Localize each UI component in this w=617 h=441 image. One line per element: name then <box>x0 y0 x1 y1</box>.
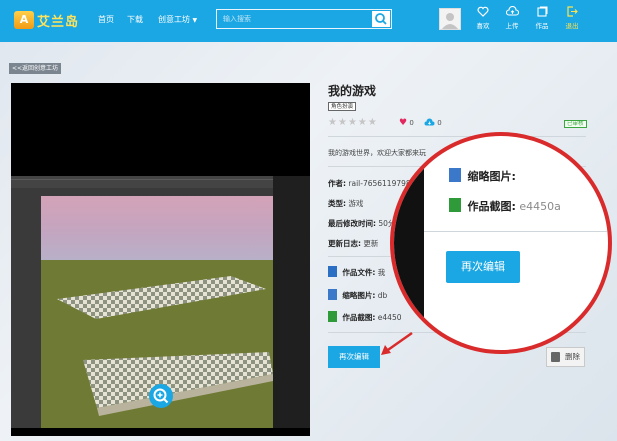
thumbnail-row: 缩略图片: db <box>328 289 387 301</box>
nav-workshop[interactable]: 创意工坊 ▼ <box>158 14 197 25</box>
exit-button[interactable]: 退出 <box>560 6 584 30</box>
modified-row: 最后修改时间: 50分 <box>328 218 395 229</box>
image-file-icon <box>328 289 337 300</box>
changelog-value: 更新 <box>363 239 379 248</box>
logo-text: 艾兰岛 <box>37 14 80 30</box>
download-count: 0 <box>424 118 442 127</box>
magnifier-thumbnail-label: 缩略图片: <box>467 170 516 183</box>
magnifier-screenshot-label: 作品截图: <box>467 200 516 213</box>
star-icon[interactable]: ★ <box>358 117 368 128</box>
image-file-icon <box>449 168 461 182</box>
like-count[interactable]: ♥ 0 <box>399 118 414 128</box>
back-to-workshop-link[interactable]: <<返回创意工坊 <box>9 63 62 74</box>
thumbnail-label: 缩略图片: <box>342 291 376 300</box>
works-button[interactable]: 作品 <box>530 6 554 30</box>
search-input[interactable] <box>217 10 372 28</box>
user-silhouette-icon <box>442 13 458 29</box>
top-bar: A 艾兰岛 首页 下载 创意工坊 ▼ 喜欢 上传 <box>0 0 617 42</box>
cloud-download-icon <box>424 118 435 126</box>
magnifier-screenshot-value: e4450a <box>519 200 561 213</box>
screenshot-row: 作品截图: e4450 <box>328 311 401 323</box>
heart-icon: ♥ <box>399 118 408 128</box>
delete-button[interactable]: 删除 <box>546 347 585 367</box>
logo[interactable]: A 艾兰岛 <box>14 8 79 32</box>
exit-label: 退出 <box>565 22 579 30</box>
download-count-value: 0 <box>437 119 442 127</box>
search-button[interactable] <box>372 11 390 27</box>
changelog-label: 更新日志: <box>328 239 361 248</box>
screenshot-file-icon <box>449 198 461 212</box>
screenshot-file-icon <box>328 311 337 322</box>
work-file-value[interactable]: 我 <box>378 268 386 277</box>
type-value: 游戏 <box>348 199 364 208</box>
type-label: 类型: <box>328 199 346 208</box>
thumbnail-value[interactable]: db <box>378 291 388 300</box>
cloud-upload-icon <box>505 5 519 16</box>
status-badge: 已审核 <box>564 120 587 128</box>
work-file-label: 作品文件: <box>342 268 376 277</box>
like-count-value: 0 <box>409 119 414 127</box>
delete-label: 删除 <box>565 352 580 361</box>
nav-home[interactable]: 首页 <box>98 14 114 25</box>
star-icon[interactable]: ★ <box>338 117 348 128</box>
reedit-button[interactable]: 再次编辑 <box>328 346 380 368</box>
nav-download[interactable]: 下载 <box>127 14 143 25</box>
upload-label: 上传 <box>505 22 519 30</box>
preview-panel <box>11 83 310 436</box>
author-label: 作者: <box>328 179 346 188</box>
magnifier-divider <box>424 231 608 232</box>
zoom-button[interactable] <box>149 384 173 408</box>
exit-icon <box>567 6 578 17</box>
like-action-label: 喜欢 <box>476 22 490 30</box>
magnifier-reedit-button[interactable]: 再次编辑 <box>446 251 520 283</box>
divider <box>328 136 586 137</box>
search-icon <box>375 13 387 25</box>
chevron-down-icon: ▼ <box>192 17 198 24</box>
upload-button[interactable]: 上传 <box>500 5 524 30</box>
works-icon <box>536 6 547 17</box>
work-file-row: 作品文件: 我 <box>328 266 385 278</box>
work-title: 我的游戏 <box>328 84 377 98</box>
changelog-row: 更新日志: 更新 <box>328 238 378 249</box>
screenshot-label: 作品截图: <box>342 313 376 322</box>
category-tag[interactable]: 角色扮演 <box>328 102 357 111</box>
search-box <box>216 9 392 29</box>
modified-label: 最后修改时间: <box>328 219 376 228</box>
rating-stars[interactable]: ★★★★★ <box>328 117 378 128</box>
star-icon[interactable]: ★ <box>348 117 358 128</box>
works-label: 作品 <box>535 22 549 30</box>
like-action-button[interactable]: 喜欢 <box>471 6 495 30</box>
logo-mark-icon: A <box>14 11 34 29</box>
star-icon[interactable]: ★ <box>328 117 338 128</box>
magnifier-thumbnail-row: 缩略图片: <box>449 168 516 184</box>
archive-file-icon <box>328 266 337 277</box>
magnifier-screenshot-row: 作品截图: e4450a <box>449 198 561 214</box>
heart-outline-icon <box>477 6 489 17</box>
magnifier-preview-edge <box>394 136 424 350</box>
trash-icon <box>551 352 560 362</box>
star-icon[interactable]: ★ <box>368 117 378 128</box>
nav-workshop-label: 创意工坊 <box>158 15 190 24</box>
avatar[interactable] <box>439 8 461 30</box>
magnifier-callout: 缩略图片: 作品截图: e4450a 再次编辑 <box>390 132 612 354</box>
type-row: 类型: 游戏 <box>328 198 363 209</box>
zoom-in-icon <box>153 388 169 404</box>
